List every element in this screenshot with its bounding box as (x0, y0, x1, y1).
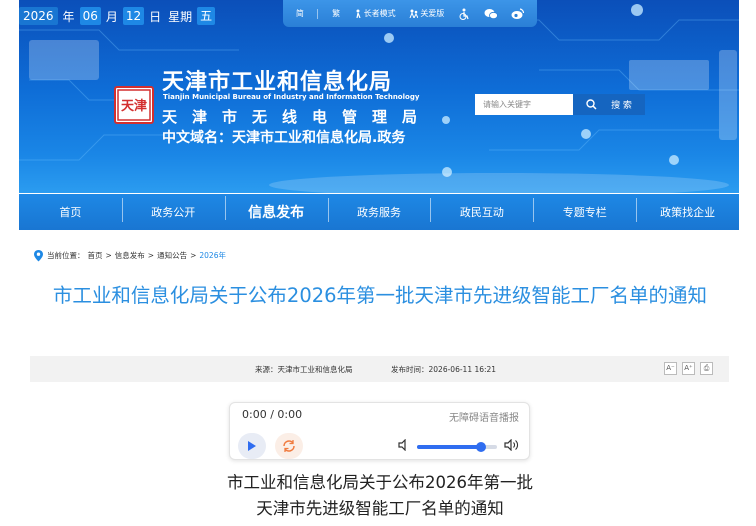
weibo-icon (511, 7, 525, 19)
nav-item-policy-finder[interactable]: 政策找企业 (636, 198, 739, 222)
volume-slider-fill (417, 445, 481, 449)
nav-item-special-topics[interactable]: 专题专栏 (533, 198, 636, 222)
breadcrumb: 当前位置： 首页 > 信息发布 > 通知公告 > 2026年 (33, 249, 226, 262)
audio-time: 0:00 / 0:00 (242, 408, 303, 421)
play-button[interactable] (238, 433, 266, 459)
nav-item-info-release[interactable]: 信息发布 (224, 196, 328, 222)
month-unit: 月 (105, 9, 118, 24)
care-edition-link[interactable]: 关爱版 (409, 8, 444, 19)
breadcrumb-notices[interactable]: 通知公告 (157, 250, 187, 261)
loop-icon (283, 440, 295, 452)
breadcrumb-separator: > (147, 251, 155, 260)
toolbar-divider (317, 8, 319, 19)
font-decrease-button[interactable]: A⁻ (664, 362, 677, 375)
article-tools: A⁻ A⁺ ⎙ (664, 362, 713, 375)
print-button[interactable]: ⎙ (700, 362, 713, 375)
site-title: 天津市工业和信息化局 (162, 70, 393, 95)
year-unit: 年 (62, 9, 75, 24)
top-toolbar: 简 繁 长者模式 关爱版 (283, 0, 537, 27)
article-body-heading: 市工业和信息化局关于公布2026年第一批 天津市先进级智能工厂名单的通知 (180, 470, 580, 522)
article-title: 市工业和信息化局关于公布2026年第一批天津市先进级智能工厂名单的通知 (52, 284, 708, 307)
date-bar: 2026 年 06 月 12 日 星期 五 (19, 6, 216, 26)
chinese-domain: 中文域名：天津市工业和信息化局.政务 (162, 130, 406, 146)
day-unit: 日 (149, 9, 162, 24)
site-title-english: Tianjin Municipal Bureau of Industry and… (163, 93, 420, 101)
loop-button[interactable] (275, 433, 303, 459)
breadcrumb-current[interactable]: 2026年 (199, 250, 226, 261)
main-nav: 首页 政务公开 信息发布 政务服务 政民互动 专题专栏 政策找企业 (19, 194, 739, 230)
traditional-link[interactable]: 繁 (332, 8, 340, 19)
volume-down-icon[interactable] (398, 439, 410, 451)
logo-text: 天津 (121, 98, 147, 114)
search-button-label: 搜 索 (611, 101, 632, 111)
accessibility-link[interactable] (458, 8, 470, 20)
font-increase-button[interactable]: A⁺ (682, 362, 695, 375)
nav-item-home[interactable]: 首页 (19, 204, 122, 220)
accessible-broadcast-label: 无障碍语音播报 (449, 413, 519, 424)
search-input[interactable]: 请输入关键字 (475, 94, 573, 115)
elder-icon (356, 9, 361, 18)
nav-item-gov-services[interactable]: 政务服务 (327, 198, 431, 222)
day-value: 12 (122, 7, 145, 25)
elder-mode-link[interactable]: 长者模式 (354, 8, 396, 19)
nav-item-interaction[interactable]: 政民互动 (430, 198, 533, 222)
volume-slider[interactable] (417, 442, 497, 452)
weibo-link[interactable] (511, 7, 525, 20)
bureau-logo: 天津 (114, 86, 154, 124)
wechat-link[interactable] (484, 8, 498, 20)
article-meta-bar: 来源：天津市工业和信息化局 发布时间：2026-06-11 16:21 A⁻ A… (30, 356, 729, 382)
simplified-link[interactable]: 简 (296, 8, 304, 19)
breadcrumb-info-release[interactable]: 信息发布 (115, 250, 145, 261)
breadcrumb-separator: > (105, 251, 112, 260)
wechat-icon (484, 8, 498, 19)
volume-up-icon[interactable] (504, 439, 520, 451)
article-body-heading-line2: 天津市先进级智能工厂名单的通知 (256, 499, 504, 518)
breadcrumb-home[interactable]: 首页 (88, 250, 103, 261)
article-source: 来源：天津市工业和信息化局 (255, 365, 353, 374)
weekday-label: 星期 (168, 9, 193, 24)
year-value: 2026 (19, 7, 58, 25)
month-value: 06 (79, 7, 101, 25)
care-icon (409, 9, 419, 18)
breadcrumb-prefix: 当前位置： (47, 251, 85, 260)
article-publish-time: 发布时间：2026-06-11 16:21 (391, 365, 497, 374)
weekday-value: 五 (197, 7, 216, 25)
play-icon (248, 441, 256, 451)
breadcrumb-separator: > (190, 251, 197, 260)
volume-slider-knob[interactable] (476, 442, 486, 452)
elder-mode-label: 长者模式 (363, 9, 396, 18)
search-button[interactable]: 搜 索 (573, 94, 645, 115)
article-body-heading-line1: 市工业和信息化局关于公布2026年第一批 (227, 473, 533, 492)
nav-item-gov-affairs[interactable]: 政务公开 (121, 198, 225, 222)
care-edition-label: 关爱版 (420, 9, 445, 18)
search-box: 请输入关键字 搜 索 (475, 94, 645, 115)
audio-player: 0:00 / 0:00 无障碍语音播报 (229, 402, 530, 460)
wheelchair-icon (459, 8, 469, 20)
seal-logo-icon: 天津 (117, 89, 151, 121)
site-subtitle: 天津市无线电管理局 (162, 108, 433, 126)
search-icon (586, 99, 597, 110)
location-pin-icon (34, 250, 43, 262)
